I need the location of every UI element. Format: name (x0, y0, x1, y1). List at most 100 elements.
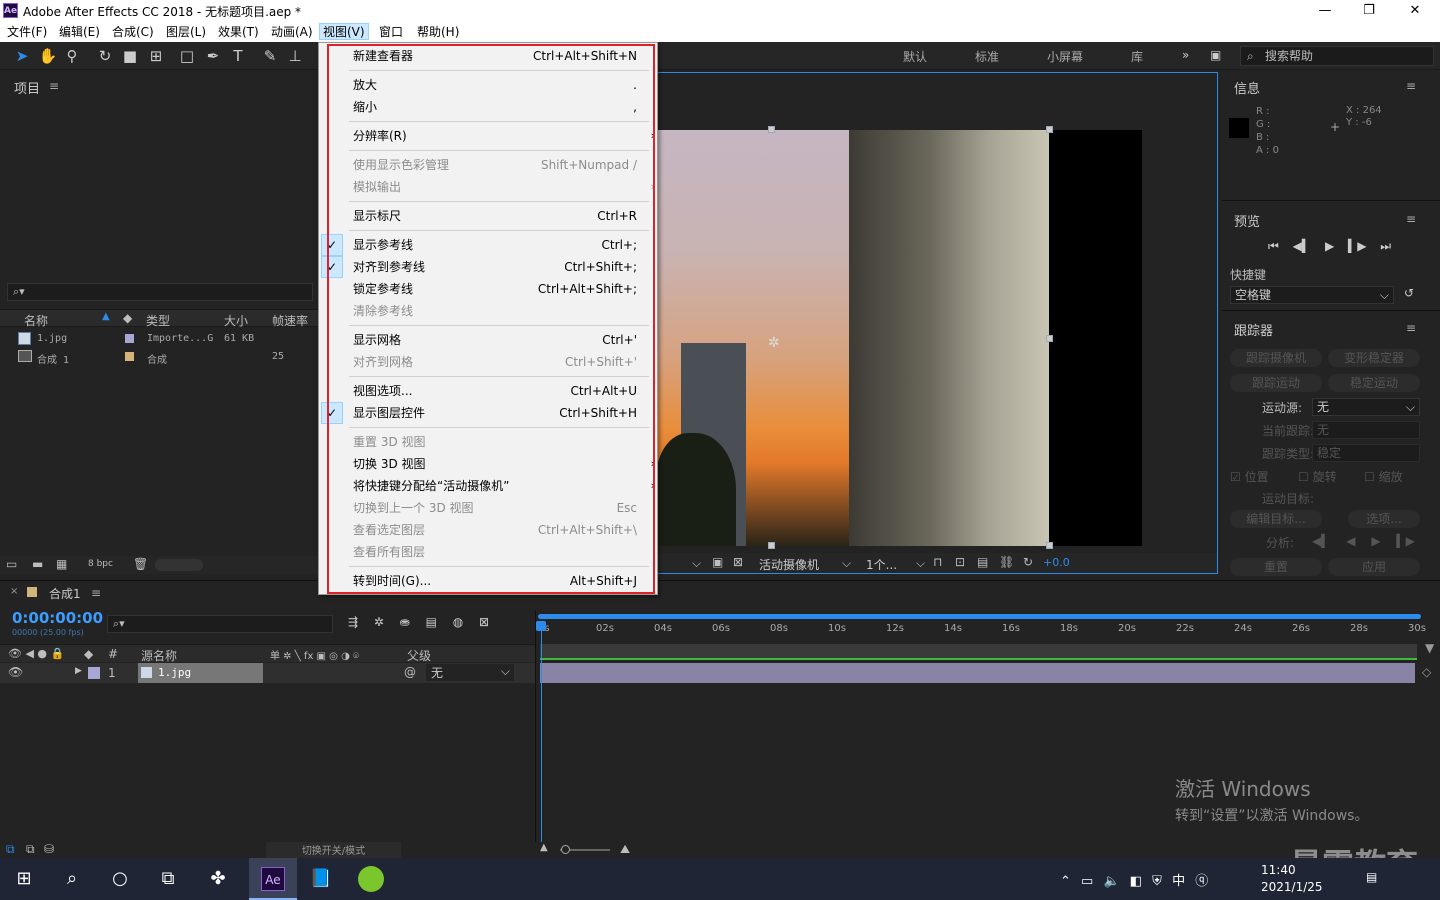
fast-preview-icon[interactable]: ▤ (977, 555, 988, 569)
position-checkbox[interactable]: ☑ 位置 (1230, 468, 1269, 485)
views-select[interactable]: 1个... (866, 556, 897, 573)
selection-tool-icon[interactable]: ➤ (12, 46, 32, 66)
pickwhip-icon[interactable]: @ (404, 665, 416, 679)
play-icon[interactable]: ▶ (1325, 239, 1334, 253)
workspace-layout-icon[interactable]: ▣ (1210, 48, 1221, 62)
menu-animation[interactable]: 动画(A) (268, 24, 316, 41)
workspace-libraries[interactable]: 库 (1131, 48, 1143, 65)
av-switches-icon[interactable]: 👁 ◀ ● 🔒 (8, 647, 64, 660)
cortana-circle-icon[interactable]: ○ (96, 858, 144, 900)
sort-asc-icon[interactable]: ▲ (102, 311, 110, 322)
interpret-footage-icon[interactable]: ▭ (6, 557, 17, 571)
task-view-icon[interactable]: ⧉ (144, 858, 192, 900)
anchor-point-icon[interactable]: ✲ (768, 335, 780, 351)
previous-frame-icon[interactable]: ◀▍ (1293, 239, 1311, 253)
new-folder-icon[interactable]: ▬ (32, 557, 43, 571)
label-color-swatch[interactable] (125, 334, 134, 343)
in-out-icon[interactable]: ⛁ (44, 842, 54, 856)
pen-tool-icon[interactable]: ✒ (203, 46, 223, 66)
next-frame-icon[interactable]: ▍▶ (1348, 239, 1366, 253)
col-name[interactable]: 名称 (24, 312, 48, 329)
system-tray[interactable]: ⌃ ▭ 🔈 ◧ ⛨ 中 ⓠ (1060, 870, 1208, 889)
bit-depth[interactable]: 8 bpc (88, 559, 113, 569)
menu-layer[interactable]: 图层(L) (163, 24, 209, 41)
layer-handle[interactable] (1046, 335, 1053, 342)
clone-stamp-tool-icon[interactable]: ⊥ (285, 46, 305, 66)
hand-tool-icon[interactable]: ✋ (38, 46, 58, 66)
toggle-mask-icon[interactable]: ⊡ (955, 555, 965, 569)
project-menu-icon[interactable]: ≡ (49, 79, 59, 93)
rectangle-tool-icon[interactable]: □ (177, 46, 197, 66)
layer-switches-icon[interactable]: ⧉ (6, 842, 15, 857)
layer-duration-bar[interactable] (540, 663, 1415, 683)
project-row[interactable]: 合成 1 合成 25 (0, 348, 318, 366)
menu-view[interactable]: 视图(V) (319, 23, 369, 40)
label-tag-icon[interactable]: ◆ (84, 647, 93, 661)
col-fps[interactable]: 帧速率 (272, 312, 308, 329)
notebook-app-icon[interactable]: 📘 (297, 858, 345, 900)
layer-row[interactable]: 👁 ▶ 1 1.jpg @ 无 ⌵ (0, 663, 535, 683)
playhead-handle[interactable] (536, 621, 546, 631)
close-button[interactable]: ✕ (1400, 2, 1430, 20)
col-source-name[interactable]: 源名称 (141, 647, 177, 664)
keyframe-nav-icon[interactable]: ◇ (1422, 665, 1431, 679)
layer-handle[interactable] (1046, 542, 1053, 549)
reset-exposure-icon[interactable]: ↻ (1023, 555, 1033, 569)
playhead[interactable] (541, 621, 542, 843)
zoom-tool-icon[interactable]: ⚲ (62, 46, 82, 66)
toggle-switches-modes[interactable]: 切换开关/模式 (266, 842, 401, 858)
menu-effect[interactable]: 效果(T) (215, 24, 262, 41)
scale-checkbox[interactable]: ☐ 缩放 (1364, 468, 1403, 485)
brush-tool-icon[interactable]: ✎ (260, 46, 280, 66)
after-effects-taskbar-icon[interactable]: Ae (249, 858, 297, 900)
transfer-controls-icon[interactable]: ⧉ (26, 842, 35, 857)
col-type[interactable]: 类型 (146, 312, 170, 329)
comp-marker-icon[interactable]: ▼ (1425, 641, 1434, 655)
timeline-search-input[interactable]: ⌕▾ (107, 615, 333, 633)
track-camera-button[interactable]: 跟踪摄像机 (1230, 349, 1322, 367)
notification-icon[interactable]: ▤ (1366, 870, 1377, 884)
dropdown-chevron-icon[interactable]: ⌵ (842, 556, 851, 571)
more-workspaces-icon[interactable]: » (1182, 48, 1189, 62)
shortcut-select[interactable]: 空格键 ⌵ (1230, 286, 1394, 304)
project-row[interactable]: 1.jpg Importe...G 61 KB (0, 330, 318, 348)
project-search-input[interactable]: ⌕▾ (7, 283, 313, 301)
zoom-out-icon[interactable]: ▲ (540, 842, 548, 853)
analyze-controls[interactable]: ◀▍ ◀ ▶ ▍▶ (1312, 534, 1415, 548)
transparency-grid-icon[interactable]: ⊠ (733, 555, 743, 569)
comp-tab[interactable]: 合成1 (49, 585, 81, 602)
workspace-default[interactable]: 默认 (903, 48, 927, 65)
close-tab-icon[interactable]: × (10, 586, 18, 597)
new-composition-icon[interactable]: ▦ (56, 557, 67, 571)
clock[interactable]: 11:40 2021/1/25 (1261, 862, 1323, 896)
workspace-standard[interactable]: 标准 (975, 48, 999, 65)
current-time[interactable]: 0:00:00:00 (12, 609, 103, 627)
type-tool-icon[interactable]: T (228, 46, 248, 66)
trash-icon[interactable]: 🗑 (133, 557, 148, 571)
reset-button[interactable]: 重置 (1230, 558, 1322, 576)
rotation-checkbox[interactable]: ☐ 旋转 (1298, 468, 1337, 485)
reset-icon[interactable]: ↺ (1404, 286, 1414, 300)
edit-target-button[interactable]: 编辑目标... (1230, 510, 1322, 528)
parent-select[interactable]: 无 ⌵ (426, 664, 514, 681)
camera-tool-icon[interactable]: ■ (120, 46, 140, 66)
track-type-select[interactable]: 稳定 (1312, 444, 1420, 462)
green-ball-app-icon[interactable] (347, 858, 395, 900)
workspace-small-screen[interactable]: 小屏幕 (1047, 48, 1083, 65)
start-windows-icon[interactable]: ⊞ (0, 858, 48, 900)
pan-behind-tool-icon[interactable]: ⊞ (146, 46, 166, 66)
col-parent[interactable]: 父级 (407, 647, 431, 664)
menu-composition[interactable]: 合成(C) (109, 24, 157, 41)
stabilize-motion-button[interactable]: 稳定运动 (1328, 374, 1420, 392)
zoom-slider-knob[interactable] (561, 845, 570, 854)
last-frame-icon[interactable]: ⏭ (1380, 239, 1391, 253)
first-frame-icon[interactable]: ⏮ (1268, 239, 1279, 253)
work-area-bar[interactable] (538, 614, 1421, 619)
rotate-tool-icon[interactable]: ↻ (95, 46, 115, 66)
motion-source-select[interactable]: 无 ⌵ (1312, 398, 1420, 416)
preview-menu-icon[interactable]: ≡ (1406, 212, 1416, 226)
dropdown-chevron-icon[interactable]: ⌵ (916, 556, 925, 571)
label-color-swatch[interactable] (88, 667, 100, 679)
zoom-in-icon[interactable]: ⛰ (620, 842, 630, 857)
current-track-select[interactable]: 无 (1312, 421, 1420, 439)
